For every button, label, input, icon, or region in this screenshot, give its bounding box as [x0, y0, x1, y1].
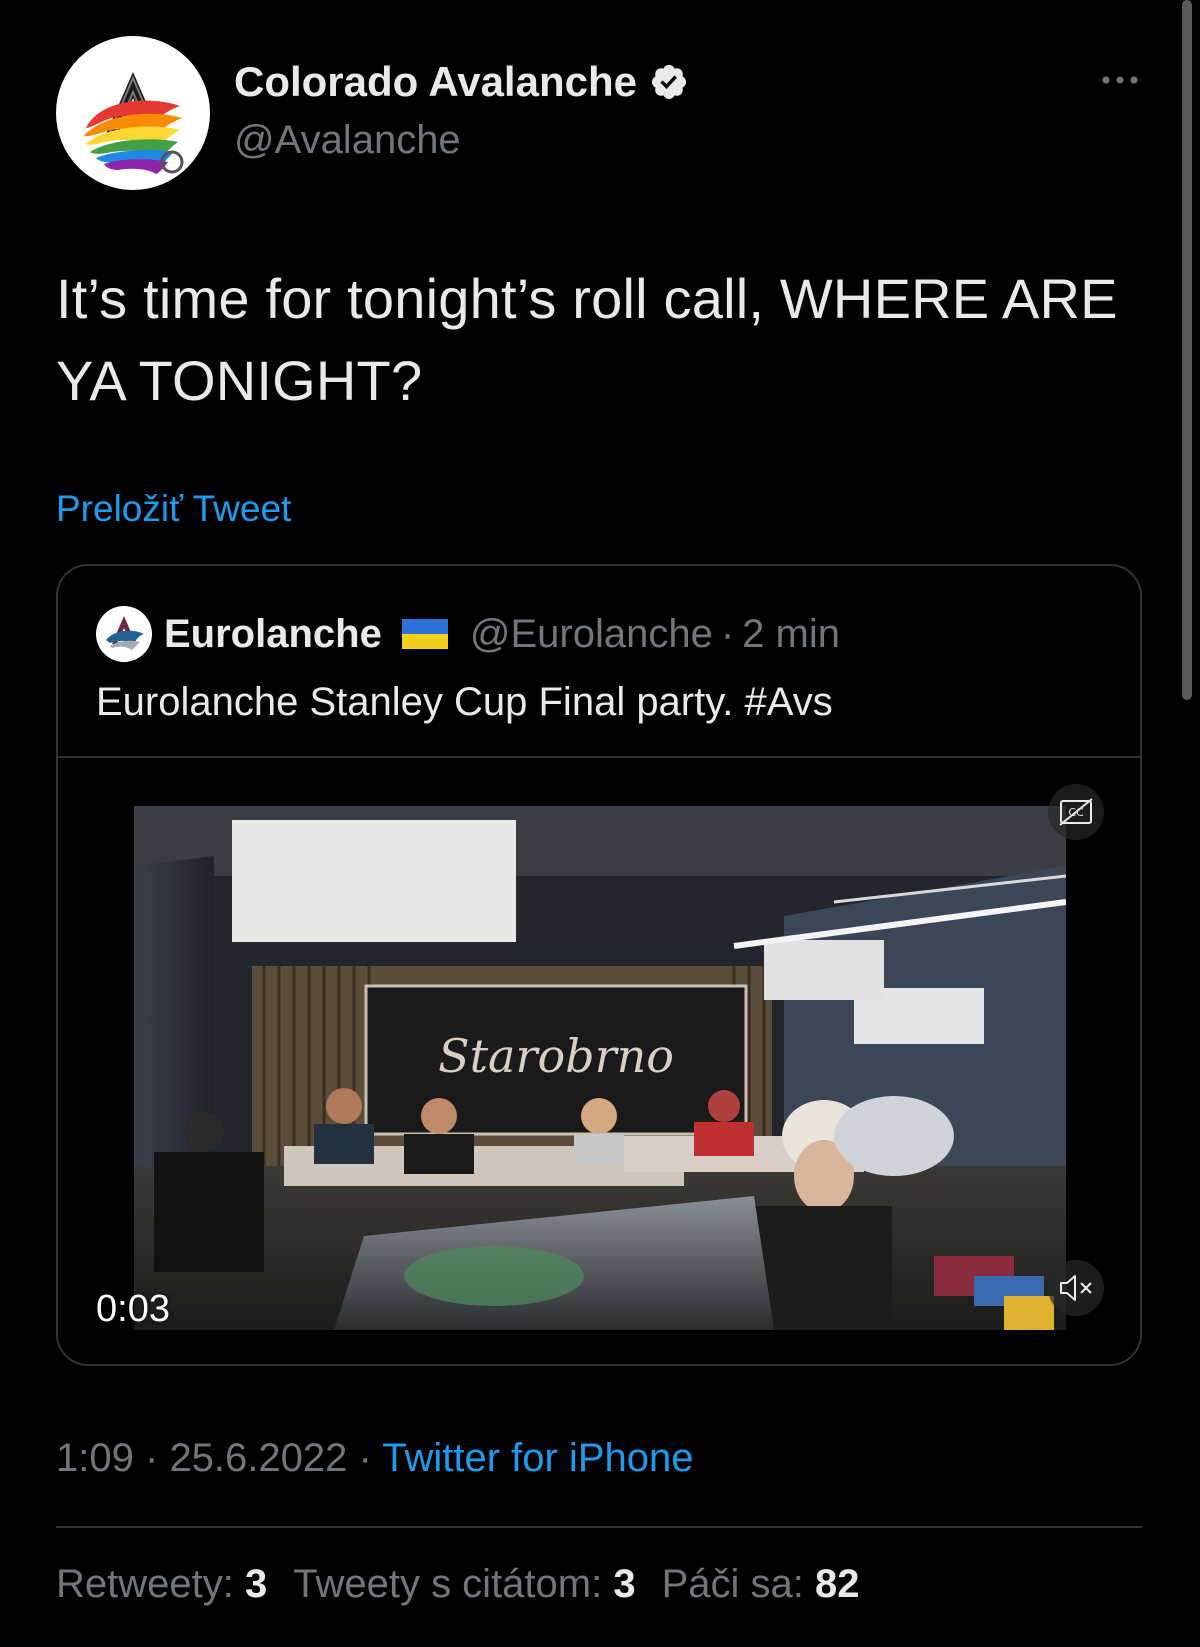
quoted-author-avatar[interactable] — [96, 606, 152, 662]
quoted-separator: · — [720, 611, 735, 656]
meta-separator: · — [358, 1436, 372, 1480]
quoted-divider — [58, 756, 1140, 758]
author-avatar[interactable] — [56, 36, 210, 190]
more-options-icon[interactable] — [1098, 68, 1142, 92]
likes-count: 82 — [815, 1562, 860, 1606]
retweets-label: Retweety: — [56, 1562, 234, 1606]
quoted-tweet-header: Eurolanche @Eurolanche · 2 min — [96, 606, 840, 662]
eurolanche-logo-icon — [97, 607, 151, 661]
retweets-count: 3 — [244, 1562, 268, 1606]
quoted-author-handle[interactable]: @Eurolanche — [470, 612, 713, 657]
tweet-meta: 1:09 · 25.6.2022 · Twitter for iPhone — [56, 1436, 693, 1481]
translate-tweet-link[interactable]: Preložiť Tweet — [56, 488, 291, 530]
video-elapsed-time: 0:03 — [96, 1288, 170, 1330]
closed-captions-button[interactable]: CC — [1048, 784, 1104, 840]
verified-badge-icon — [649, 62, 689, 102]
video-player[interactable]: Starobrno — [134, 806, 1066, 1330]
quote-tweets-label: Tweety s citátom: — [293, 1562, 603, 1606]
tweet-stats: Retweety: 3 Tweety s citátom: 3 Páči sa:… — [56, 1562, 860, 1607]
quote-tweets-count: 3 — [613, 1562, 636, 1606]
video-frame: Starobrno — [134, 806, 1066, 1330]
meta-separator: · — [144, 1436, 159, 1480]
scrollbar[interactable] — [1182, 0, 1192, 700]
ukraine-flag-icon — [401, 619, 448, 649]
stats-divider — [56, 1526, 1142, 1528]
volume-muted-icon — [1060, 1275, 1092, 1301]
quote-tweets-stat[interactable]: Tweety s citátom: 3 — [293, 1562, 635, 1607]
mute-toggle-button[interactable] — [1048, 1260, 1104, 1316]
quoted-author-name[interactable]: Eurolanche — [164, 612, 382, 657]
quoted-time-ago: 2 min — [742, 611, 840, 656]
likes-label: Páči sa: — [661, 1562, 804, 1606]
starobrno-sign-text: Starobrno — [438, 1029, 674, 1083]
retweets-stat[interactable]: Retweety: 3 — [56, 1562, 267, 1607]
tweet-text: It’s time for tonight’s roll call, WHERE… — [56, 267, 1118, 412]
tweet-date: 25.6.2022 — [169, 1436, 348, 1480]
quoted-tweet-card[interactable]: Eurolanche @Eurolanche · 2 min Eurolanch… — [56, 564, 1142, 1366]
author-handle[interactable]: @Avalanche — [234, 118, 461, 163]
author-name-text: Colorado Avalanche — [234, 58, 637, 105]
quoted-tweet-text: Eurolanche Stanley Cup Final party. #Avs — [96, 680, 833, 724]
tweet-time: 1:09 — [56, 1436, 134, 1480]
likes-stat[interactable]: Páči sa: 82 — [662, 1562, 860, 1607]
author-display-name[interactable]: Colorado Avalanche — [234, 58, 689, 106]
closed-captions-icon: CC — [1059, 798, 1093, 826]
avalanche-logo-icon — [84, 72, 184, 174]
tweet-source-link[interactable]: Twitter for iPhone — [382, 1436, 693, 1480]
